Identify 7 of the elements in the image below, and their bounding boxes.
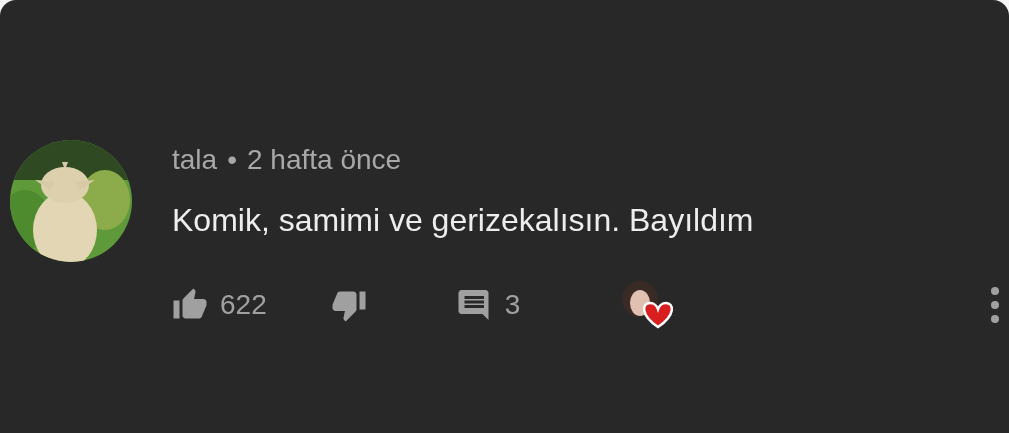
separator: • xyxy=(227,144,237,176)
reply-button[interactable]: 3 xyxy=(456,287,521,323)
author-name[interactable]: tala xyxy=(172,144,218,176)
comment-time: 2 hafta önce xyxy=(246,144,402,176)
like-button[interactable]: 622 xyxy=(172,287,267,323)
comment-text: Komik, samimi ve gerizekalısın. Bayıldım xyxy=(172,202,755,239)
more-options-icon[interactable] xyxy=(989,285,1001,325)
